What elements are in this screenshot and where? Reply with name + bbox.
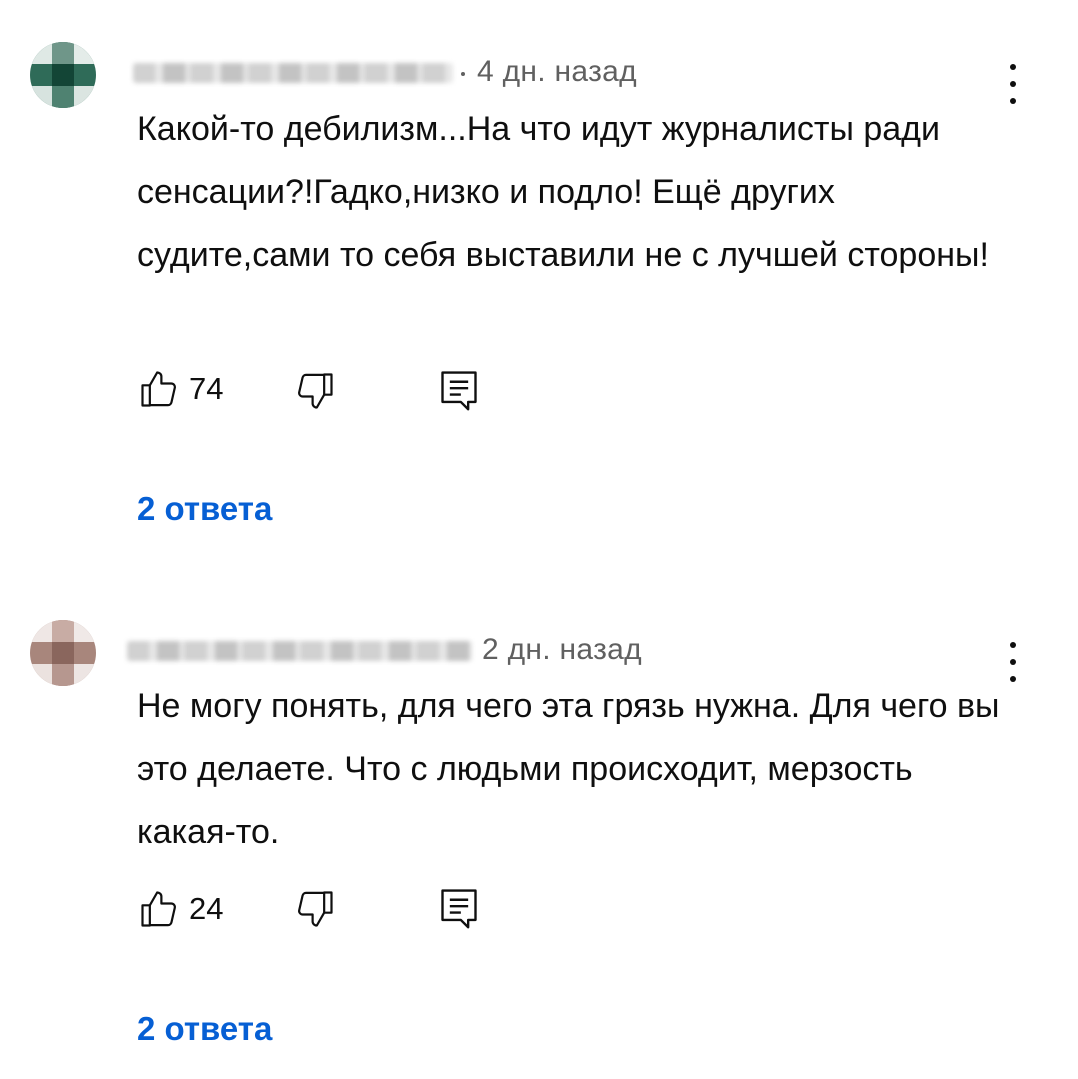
thumbs-down-icon [293, 887, 337, 931]
comment-item: 2 дн. назад Не могу понять, для чего эта… [0, 0, 1078, 1079]
thumbs-up-icon [137, 887, 181, 931]
like-button[interactable]: 24 [137, 887, 223, 931]
replies-link[interactable]: 2 ответа [137, 1010, 272, 1048]
reply-button[interactable] [437, 885, 481, 931]
like-count: 24 [189, 891, 223, 927]
avatar[interactable] [30, 620, 96, 686]
dislike-button[interactable] [293, 887, 337, 931]
username-blurred[interactable] [127, 641, 472, 661]
comment-text: Не могу понять, для чего эта грязь нужна… [137, 675, 1017, 864]
reply-comment-icon [437, 885, 481, 931]
comment-time: 2 дн. назад [482, 633, 642, 667]
